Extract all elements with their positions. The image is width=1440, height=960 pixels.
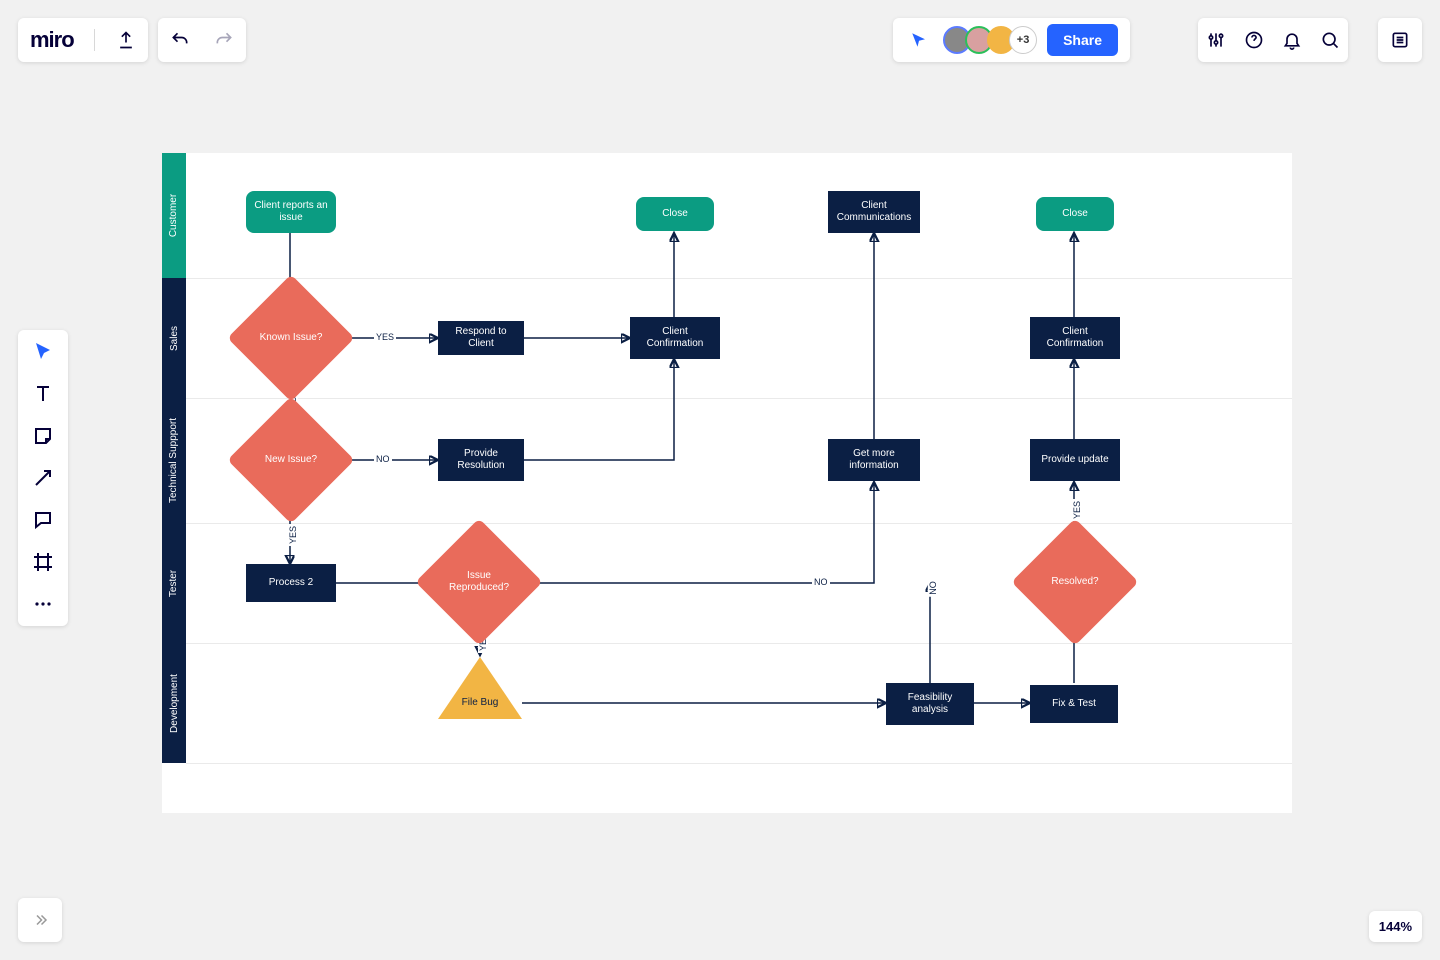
lane-label: Tester	[169, 569, 180, 596]
node-resolved[interactable]: Resolved?	[1030, 537, 1120, 627]
lane-label: Sales	[169, 325, 180, 350]
node-close2[interactable]: Close	[1036, 197, 1114, 231]
node-moreinfo[interactable]: Get more information	[828, 439, 920, 481]
lane-header-sales[interactable]: Sales	[162, 278, 186, 398]
node-filebug[interactable]: File Bug	[438, 657, 522, 719]
cursor-follow-icon[interactable]	[905, 26, 933, 54]
node-reproduced[interactable]: Issue Reproduced?	[434, 537, 524, 627]
triangle-icon	[438, 657, 522, 719]
lane-header-customer[interactable]: Customer	[162, 153, 186, 278]
help-icon[interactable]	[1244, 30, 1264, 50]
lane-divider	[186, 643, 1292, 644]
node-newissue[interactable]: New Issue?	[246, 415, 336, 505]
avatars[interactable]: +3	[943, 26, 1037, 54]
avatar-more[interactable]: +3	[1009, 26, 1037, 54]
search-icon[interactable]	[1320, 30, 1340, 50]
redo-icon[interactable]	[214, 30, 234, 50]
edge-label: YES	[288, 524, 298, 546]
diagram-canvas[interactable]: Customer Sales Technical Suppport Tester…	[162, 153, 1292, 813]
node-fixtest[interactable]: Fix & Test	[1030, 685, 1118, 723]
node-resolution[interactable]: Provide Resolution	[438, 439, 524, 481]
lane-divider	[186, 398, 1292, 399]
lane-divider	[186, 763, 1292, 764]
lane-label: Customer	[169, 194, 180, 237]
edge-label: NO	[812, 577, 830, 587]
arrow-tool[interactable]	[31, 466, 55, 490]
app-logo[interactable]: miro	[30, 27, 74, 53]
node-update[interactable]: Provide update	[1030, 439, 1120, 481]
tool-palette	[18, 330, 68, 626]
list-icon	[1390, 30, 1410, 50]
zoom-level[interactable]: 144%	[1369, 911, 1422, 942]
export-icon[interactable]	[116, 30, 136, 50]
node-confirm1[interactable]: Client Confirmation	[630, 317, 720, 359]
select-tool[interactable]	[31, 340, 55, 364]
share-button[interactable]: Share	[1047, 24, 1118, 56]
lane-label: Technical Suppport	[169, 418, 180, 503]
node-comm[interactable]: Client Communications	[828, 191, 920, 233]
collaborator-bar: +3 Share	[893, 18, 1130, 62]
edge-label: YES	[374, 332, 396, 342]
undo-redo-bar	[158, 18, 246, 62]
edge-label: NO	[374, 454, 392, 464]
node-respond[interactable]: Respond to Client	[438, 321, 524, 355]
settings-icon[interactable]	[1206, 30, 1226, 50]
sticky-tool[interactable]	[31, 424, 55, 448]
node-confirm2[interactable]: Client Confirmation	[1030, 317, 1120, 359]
node-report[interactable]: Client reports an issue	[246, 191, 336, 233]
edge-label: NO	[928, 579, 938, 597]
text-tool[interactable]	[31, 382, 55, 406]
lane-divider	[186, 278, 1292, 279]
lane-header-dev[interactable]: Development	[162, 643, 186, 763]
undo-icon[interactable]	[170, 30, 190, 50]
expand-panel[interactable]	[18, 898, 62, 942]
node-feasibility[interactable]: Feasibility analysis	[886, 683, 974, 725]
divider	[94, 29, 95, 51]
node-process2[interactable]: Process 2	[246, 564, 336, 602]
lane-divider	[186, 523, 1292, 524]
utility-bar	[1198, 18, 1348, 62]
lane-label: Development	[169, 674, 180, 733]
node-close1[interactable]: Close	[636, 197, 714, 231]
edge-label: YES	[1072, 499, 1082, 521]
more-tools[interactable]	[31, 592, 55, 616]
board-menu[interactable]	[1378, 18, 1422, 62]
lane-header-tester[interactable]: Tester	[162, 523, 186, 643]
node-known[interactable]: Known Issue?	[246, 293, 336, 383]
frame-tool[interactable]	[31, 550, 55, 574]
comment-tool[interactable]	[31, 508, 55, 532]
bell-icon[interactable]	[1282, 30, 1302, 50]
logo-bar: miro	[18, 18, 148, 62]
lane-header-tech[interactable]: Technical Suppport	[162, 398, 186, 523]
